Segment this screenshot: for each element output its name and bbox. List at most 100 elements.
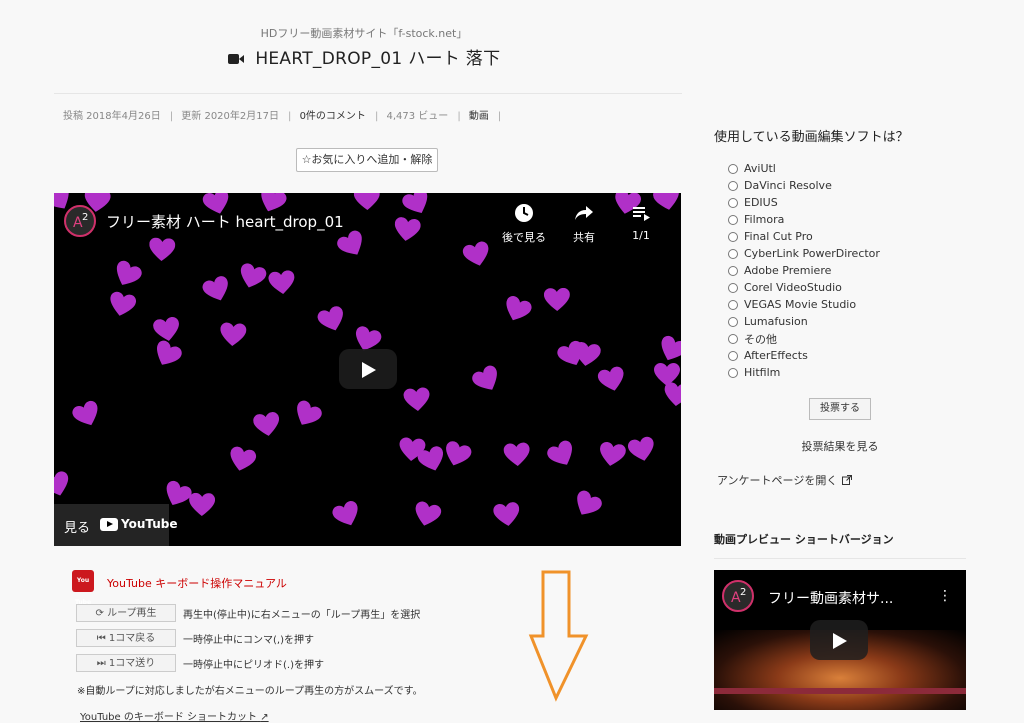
radio-button[interactable] <box>728 231 738 242</box>
heart-shape <box>337 230 362 255</box>
heart-shape <box>189 492 216 516</box>
radio-button[interactable] <box>728 367 738 378</box>
watch-on-youtube[interactable]: 見る YouTube <box>54 504 178 546</box>
video-title[interactable]: フリー素材 ハート heart_drop_01 <box>106 211 344 232</box>
heart-shape <box>402 193 428 213</box>
view-results-link[interactable]: 投票結果を見る <box>714 438 966 454</box>
radio-button[interactable] <box>728 350 738 361</box>
poll-option[interactable]: Filmora <box>728 211 880 228</box>
heart-shape <box>297 400 322 425</box>
divider <box>714 558 966 559</box>
frame-back-button[interactable]: ⏮ 1コマ戻る <box>76 629 176 647</box>
post-meta: 投稿 2018年4月26日 | 更新 2020年2月17日 | 0件のコメント | 4… <box>63 111 502 122</box>
poll-option-label: CyberLink PowerDirector <box>744 247 880 260</box>
video-player[interactable]: A2 フリー素材 ハート heart_drop_01 後で見る 共有 1/1 見… <box>54 193 681 546</box>
radio-button[interactable] <box>728 248 738 259</box>
poll-option[interactable]: その他 <box>728 330 880 347</box>
frame-forward-button[interactable]: ⏭ 1コマ送り <box>76 654 176 672</box>
heart-shape <box>462 241 489 266</box>
heart-shape <box>202 276 228 301</box>
radio-button[interactable] <box>728 282 738 293</box>
heart-shape <box>54 471 69 496</box>
poll-option-label: その他 <box>744 332 777 346</box>
video-camera-icon <box>227 54 244 64</box>
poll-option-label: DaVinci Resolve <box>744 179 832 192</box>
manual-desc: 再生中(停止中)に右メニューの「ループ再生」を選択 <box>183 609 421 621</box>
poll-option[interactable]: Lumafusion <box>728 313 880 330</box>
heart-shape <box>577 490 602 515</box>
radio-button[interactable] <box>728 265 738 276</box>
radio-button[interactable] <box>728 333 738 344</box>
divider <box>54 93 682 94</box>
poll-option[interactable]: AfterEffects <box>728 347 880 364</box>
poll-options: AviUtl DaVinci Resolve EDIUS Filmora Final C… <box>728 160 880 381</box>
manual-desc: 一時停止中にコンマ(,)を押す <box>183 634 314 646</box>
radio-button[interactable] <box>728 163 738 174</box>
poll-option[interactable]: Corel VideoStudio <box>728 279 880 296</box>
playlist-button[interactable]: 1/1 <box>611 203 671 242</box>
heart-shape <box>220 322 247 346</box>
more-options-icon[interactable]: ⋮ <box>938 588 952 604</box>
favorite-button[interactable]: ☆お気に入りへ追加・解除 <box>296 148 438 172</box>
svg-text:2: 2 <box>740 587 746 598</box>
poll-option[interactable]: EDIUS <box>728 194 880 211</box>
playlist-icon <box>633 207 650 221</box>
manual-title: YouTube キーボード操作マニュアル <box>107 577 287 590</box>
heart-shape <box>493 502 520 526</box>
playlist-count: 1/1 <box>632 229 650 242</box>
heart-shape <box>110 291 137 316</box>
channel-logo[interactable]: A2 <box>64 205 96 237</box>
heart-shape <box>72 400 98 426</box>
heart-shape <box>317 306 343 331</box>
poll-option[interactable]: CyberLink PowerDirector <box>728 245 880 262</box>
preview-video-title[interactable]: フリー動画素材サ... <box>768 588 893 608</box>
heart-shape <box>597 366 624 391</box>
poll-option[interactable]: VEGAS Movie Studio <box>728 296 880 313</box>
manual-row: ⟳ ループ再生 再生中(停止中)に右メニューの「ループ再生」を選択 <box>76 604 420 622</box>
radio-button[interactable] <box>728 214 738 225</box>
heart-shape <box>157 340 182 365</box>
watch-later-button[interactable]: 後で見る <box>494 203 554 245</box>
heart-shape <box>543 287 570 311</box>
post-title: HEART_DROP_01 ハート 落下 <box>0 44 728 69</box>
heart-shape <box>661 335 681 361</box>
share-icon <box>575 206 593 220</box>
heart-shape <box>149 237 176 261</box>
poll-option-label: VEGAS Movie Studio <box>744 298 857 311</box>
radio-button[interactable] <box>728 316 738 327</box>
heart-shape <box>268 270 295 294</box>
radio-button[interactable] <box>728 180 738 191</box>
poll-option-label: Final Cut Pro <box>744 230 813 243</box>
heart-shape <box>230 446 257 471</box>
preview-play-button[interactable] <box>810 620 868 660</box>
poll-option[interactable]: AviUtl <box>728 160 880 177</box>
category-link[interactable]: 動画 <box>469 111 489 122</box>
youtube-logo: YouTube <box>100 517 178 531</box>
share-button[interactable]: 共有 <box>554 203 614 245</box>
poll-option[interactable]: Hitfilm <box>728 364 880 381</box>
radio-button[interactable] <box>728 299 738 310</box>
poll-option[interactable]: Adobe Premiere <box>728 262 880 279</box>
heart-shape <box>415 501 442 526</box>
poll-option[interactable]: DaVinci Resolve <box>728 177 880 194</box>
preview-player[interactable]: A2 フリー動画素材サ... ⋮ <box>714 570 966 710</box>
play-button[interactable] <box>339 349 397 389</box>
heart-shape <box>600 441 626 466</box>
comments-link[interactable]: 0件のコメント <box>300 111 366 122</box>
loop-play-button[interactable]: ⟳ ループ再生 <box>76 604 176 622</box>
heart-shape <box>654 363 680 386</box>
poll-option[interactable]: Final Cut Pro <box>728 228 880 245</box>
heart-shape <box>472 365 497 390</box>
external-link-icon: ↗ <box>260 712 269 723</box>
radio-button[interactable] <box>728 197 738 208</box>
share-label: 共有 <box>573 231 595 244</box>
heart-shape <box>627 436 654 461</box>
poll-option-label: Adobe Premiere <box>744 264 832 277</box>
heart-shape <box>240 263 267 288</box>
vote-button[interactable]: 投票する <box>809 398 871 420</box>
heart-shape <box>116 260 142 285</box>
open-survey-link[interactable]: アンケートページを開く <box>717 472 853 488</box>
post-title-text: HEART_DROP_01 ハート 落下 <box>255 49 501 69</box>
heart-shape <box>394 217 421 241</box>
channel-logo[interactable]: A2 <box>722 580 754 612</box>
